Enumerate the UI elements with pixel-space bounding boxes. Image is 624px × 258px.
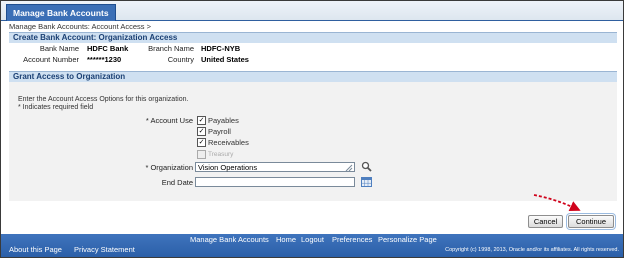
- account-number-value: ******1230: [87, 55, 122, 64]
- account-number-label: Account Number: [23, 55, 79, 64]
- payroll-checkbox[interactable]: ✓: [197, 127, 206, 136]
- footer-link-home[interactable]: Home: [276, 235, 296, 244]
- tab-bar: Manage Bank Accounts: [1, 1, 623, 21]
- copyright-text: Copyright (c) 1998, 2013, Oracle and/or …: [445, 247, 619, 253]
- receivables-checkbox[interactable]: ✓: [197, 138, 206, 147]
- footer-link-logout[interactable]: Logout: [301, 235, 324, 244]
- branch-name-label: Branch Name: [148, 44, 194, 53]
- search-icon[interactable]: [361, 161, 372, 172]
- organization-text: Organization: [150, 163, 193, 172]
- cancel-button[interactable]: Cancel: [528, 215, 563, 228]
- branch-name-value: HDFC-NYB: [201, 44, 241, 53]
- annotation-arrow-icon: [533, 194, 581, 211]
- app-window: Manage Bank Accounts Manage Bank Account…: [0, 0, 624, 258]
- tab-manage-bank-accounts[interactable]: Manage Bank Accounts: [6, 4, 116, 21]
- treasury-label: Treasury: [208, 151, 234, 158]
- breadcrumb-link[interactable]: Manage Bank Accounts: Account Access: [9, 22, 145, 31]
- required-star: *: [145, 163, 149, 172]
- bank-name-label: Bank Name: [39, 44, 79, 53]
- list-values-icon: [345, 164, 353, 172]
- end-date-label: End Date: [161, 178, 193, 187]
- organization-value: Vision Operations: [198, 163, 258, 172]
- section-title: Create Bank Account: Organization Access: [9, 32, 617, 43]
- breadcrumb-separator: >: [146, 22, 151, 31]
- section-title: Grant Access to Organization: [9, 71, 617, 82]
- footer-link-manage-bank-accounts[interactable]: Manage Bank Accounts: [190, 235, 269, 244]
- payables-checkbox[interactable]: ✓: [197, 116, 206, 125]
- breadcrumb: Manage Bank Accounts: Account Access >: [9, 22, 151, 31]
- required-note: * Indicates required field: [18, 104, 94, 111]
- country-value: United States: [201, 55, 249, 64]
- organization-label: * Organization: [131, 163, 193, 172]
- calendar-icon[interactable]: [361, 176, 372, 187]
- payroll-label: Payroll: [208, 127, 231, 136]
- payables-label: Payables: [208, 116, 239, 125]
- footer: Manage Bank Accounts Home Logout Prefere…: [1, 234, 623, 257]
- continue-button[interactable]: Continue: [568, 215, 614, 228]
- privacy-statement-link[interactable]: Privacy Statement: [74, 245, 135, 254]
- organization-input[interactable]: Vision Operations: [195, 162, 355, 172]
- org-access-section: Create Bank Account: Organization Access: [9, 32, 617, 43]
- account-use-text: Account Use: [150, 116, 193, 125]
- footer-link-personalize-page[interactable]: Personalize Page: [378, 235, 437, 244]
- footer-link-preferences[interactable]: Preferences: [332, 235, 372, 244]
- required-star: *: [145, 116, 149, 125]
- treasury-checkbox: [197, 150, 206, 159]
- instructions-text: Enter the Account Access Options for thi…: [18, 96, 189, 103]
- bank-name-value: HDFC Bank: [87, 44, 129, 53]
- about-page-link[interactable]: About this Page: [9, 245, 62, 254]
- country-label: Country: [167, 55, 194, 64]
- account-use-label: * Account Use: [131, 116, 193, 125]
- end-date-input[interactable]: [195, 177, 355, 187]
- receivables-label: Receivables: [208, 138, 249, 147]
